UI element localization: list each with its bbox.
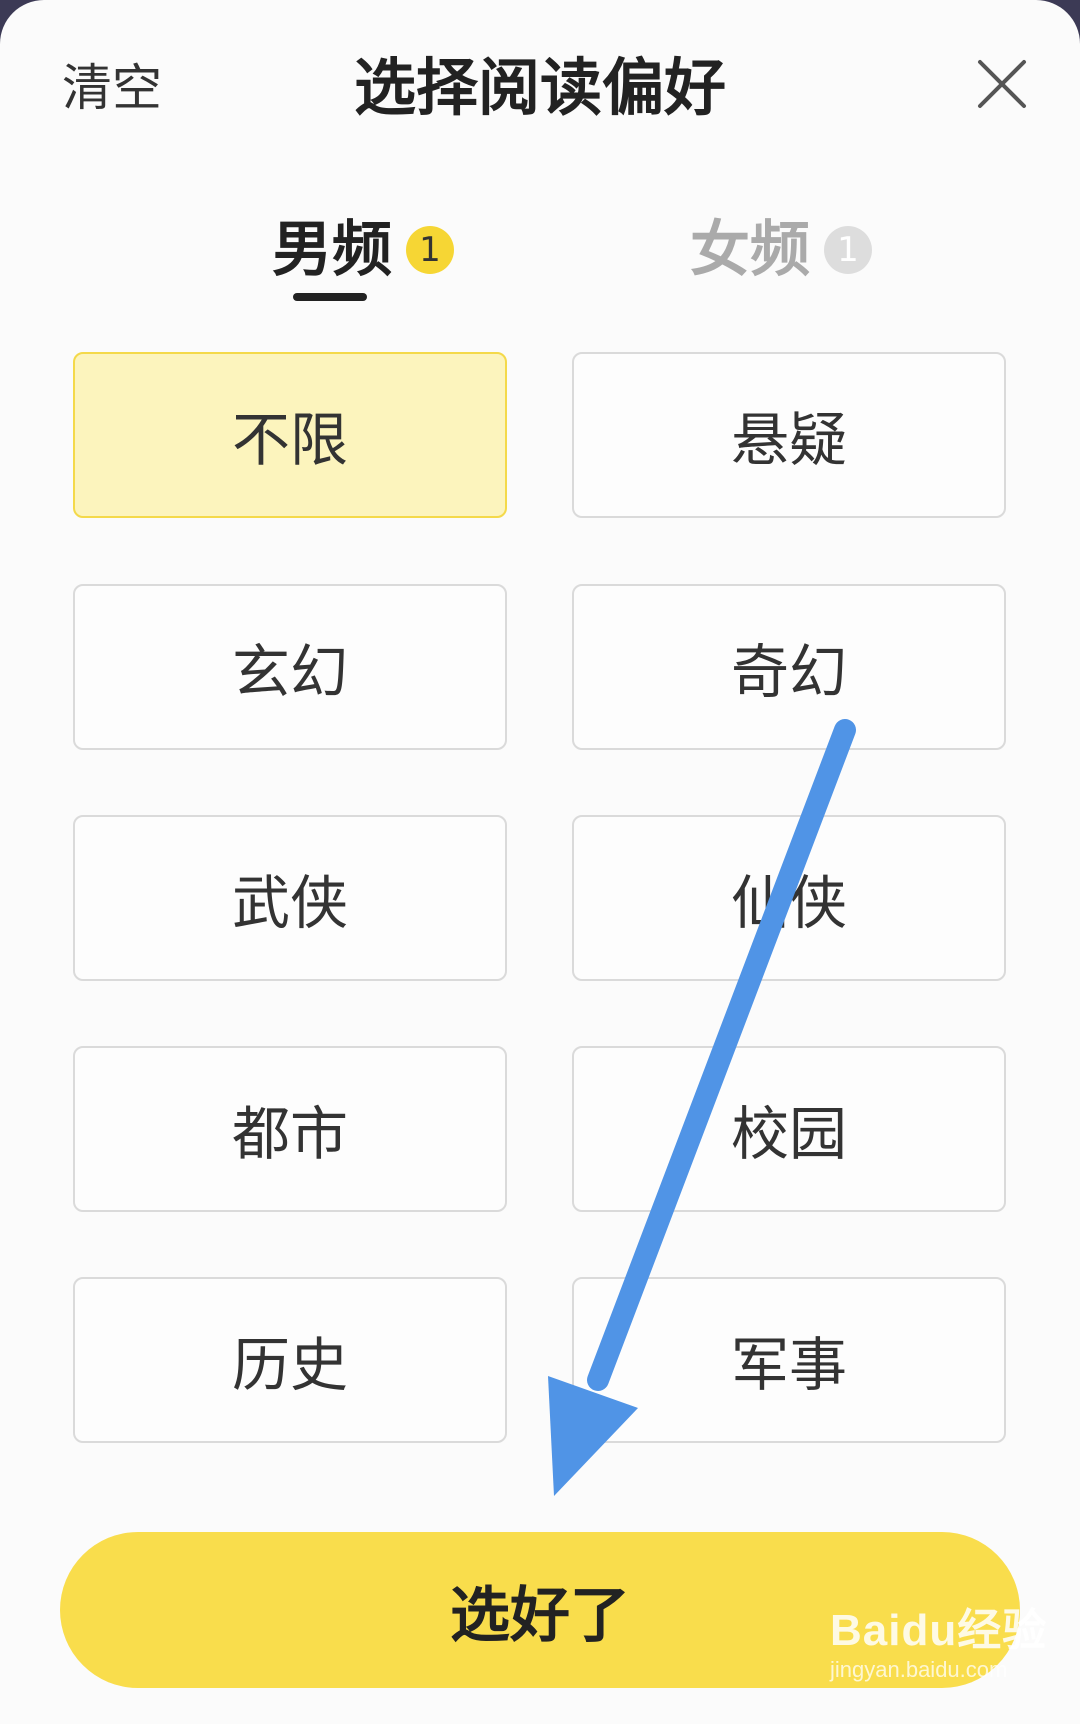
genre-option[interactable]: 军事 <box>572 1277 1006 1443</box>
genre-option[interactable]: 武侠 <box>73 815 507 981</box>
watermark-main: Baidu经验 <box>830 1606 1048 1655</box>
preference-sheet: 清空 选择阅读偏好 男频 1 女频 1 不限 悬疑 玄幻 奇幻 武侠 仙侠 都市… <box>0 0 1080 1724</box>
genre-option[interactable]: 校园 <box>572 1046 1006 1212</box>
genre-option[interactable]: 历史 <box>73 1277 507 1443</box>
genre-grid: 不限 悬疑 玄幻 奇幻 武侠 仙侠 都市 校园 历史 军事 <box>0 0 1080 1500</box>
genre-option[interactable]: 奇幻 <box>572 584 1006 750</box>
genre-option[interactable]: 不限 <box>73 352 507 518</box>
genre-option[interactable]: 都市 <box>73 1046 507 1212</box>
watermark-sub: jingyan.baidu.com <box>830 1657 1008 1682</box>
genre-option[interactable]: 仙侠 <box>572 815 1006 981</box>
genre-option[interactable]: 悬疑 <box>572 352 1006 518</box>
genre-option[interactable]: 玄幻 <box>73 584 507 750</box>
baidu-watermark: Baidu经验 jingyan.baidu.com <box>830 1606 1047 1684</box>
